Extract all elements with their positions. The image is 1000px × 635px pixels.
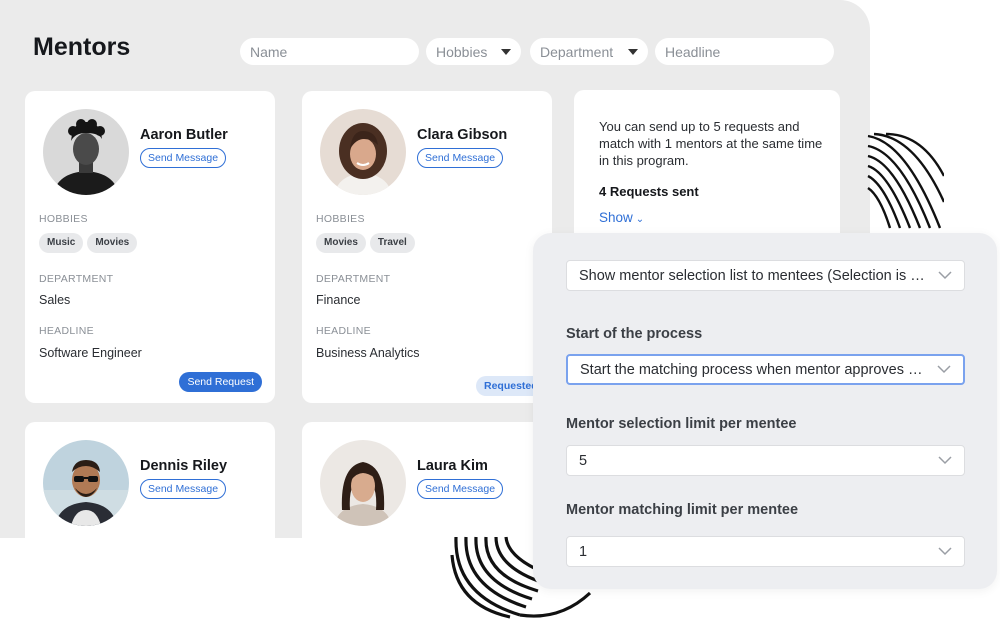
matching-limit-select[interactable]: 1 xyxy=(566,536,965,567)
send-message-button[interactable]: Send Message xyxy=(140,479,227,499)
headline-filter-input[interactable] xyxy=(665,43,824,60)
hobbies-label: HOBBIES xyxy=(316,213,365,225)
mentor-card: Clara Gibson Send Message HOBBIES Movies… xyxy=(302,91,552,403)
hobbies-label: HOBBIES xyxy=(39,213,88,225)
start-process-select[interactable]: Start the matching process when mentor a… xyxy=(566,354,965,385)
chevron-down-icon xyxy=(937,365,951,374)
hobbies-filter[interactable]: Hobbies xyxy=(426,38,521,65)
matching-limit-value: 1 xyxy=(579,543,588,560)
request-info-text: You can send up to 5 requests and match … xyxy=(599,119,823,168)
headline-value: Software Engineer xyxy=(39,346,142,360)
department-filter[interactable]: Department xyxy=(530,38,648,65)
selection-limit-value: 5 xyxy=(579,452,588,469)
mentor-card: Dennis Riley Send Message xyxy=(25,422,275,538)
headline-filter[interactable] xyxy=(655,38,834,65)
mentor-name: Dennis Riley xyxy=(140,458,228,474)
mentor-name: Laura Kim xyxy=(417,458,488,474)
name-filter-input[interactable] xyxy=(250,43,409,60)
department-label: DEPARTMENT xyxy=(316,273,391,285)
chevron-down-icon xyxy=(938,456,952,465)
avatar xyxy=(43,440,129,526)
chevron-down-icon xyxy=(938,271,952,280)
show-requests-link[interactable]: Show ⌄ xyxy=(599,210,644,225)
chevron-down-icon xyxy=(938,547,952,556)
chevron-down-icon: ⌄ xyxy=(635,214,645,225)
start-process-label: Start of the process xyxy=(566,326,703,342)
hobby-tag: Movies xyxy=(316,233,366,253)
start-process-value: Start the matching process when mentor a… xyxy=(580,361,927,378)
send-message-button[interactable]: Send Message xyxy=(417,479,504,499)
mentor-name: Aaron Butler xyxy=(140,127,228,143)
avatar xyxy=(43,109,129,195)
hobby-tag: Music xyxy=(39,233,84,253)
hobby-tags: Movies Travel xyxy=(316,233,415,253)
hobby-tag: Travel xyxy=(369,233,415,253)
department-label: DEPARTMENT xyxy=(39,273,114,285)
hobby-tags: Music Movies xyxy=(39,233,138,253)
hobby-tag: Movies xyxy=(87,233,138,253)
headline-label: HEADLINE xyxy=(39,325,94,337)
selection-limit-select[interactable]: 5 xyxy=(566,445,965,476)
mentor-card: Laura Kim Send Message xyxy=(302,422,552,538)
mentor-name: Clara Gibson xyxy=(417,127,508,143)
headline-value: Business Analytics xyxy=(316,346,420,360)
request-info-card: You can send up to 5 requests and match … xyxy=(574,90,840,250)
show-requests-label: Show xyxy=(599,210,633,225)
selection-visibility-select[interactable]: Show mentor selection list to mentees (S… xyxy=(566,260,965,291)
hobbies-filter-label: Hobbies xyxy=(436,43,488,60)
selection-limit-label: Mentor selection limit per mentee xyxy=(566,416,797,432)
send-message-button[interactable]: Send Message xyxy=(140,148,227,168)
mentor-card: Aaron Butler Send Message HOBBIES Music … xyxy=(25,91,275,403)
department-filter-label: Department xyxy=(540,43,614,60)
department-value: Finance xyxy=(316,293,361,307)
send-request-button[interactable]: Send Request xyxy=(179,372,262,392)
matching-settings-panel: Show mentor selection list to mentees (S… xyxy=(533,233,997,589)
avatar xyxy=(320,109,406,195)
send-message-button[interactable]: Send Message xyxy=(417,148,504,168)
headline-label: HEADLINE xyxy=(316,325,371,337)
requests-sent-count: 4 Requests sent xyxy=(599,184,699,199)
caret-down-icon xyxy=(501,48,511,55)
avatar xyxy=(320,440,406,526)
department-value: Sales xyxy=(39,293,71,307)
selection-visibility-value: Show mentor selection list to mentees (S… xyxy=(579,267,928,284)
decorative-swirl-icon xyxy=(867,132,944,229)
name-filter[interactable] xyxy=(240,38,419,65)
page-title: Mentors xyxy=(33,33,131,61)
matching-limit-label: Mentor matching limit per mentee xyxy=(566,502,799,518)
caret-down-icon xyxy=(628,48,638,55)
